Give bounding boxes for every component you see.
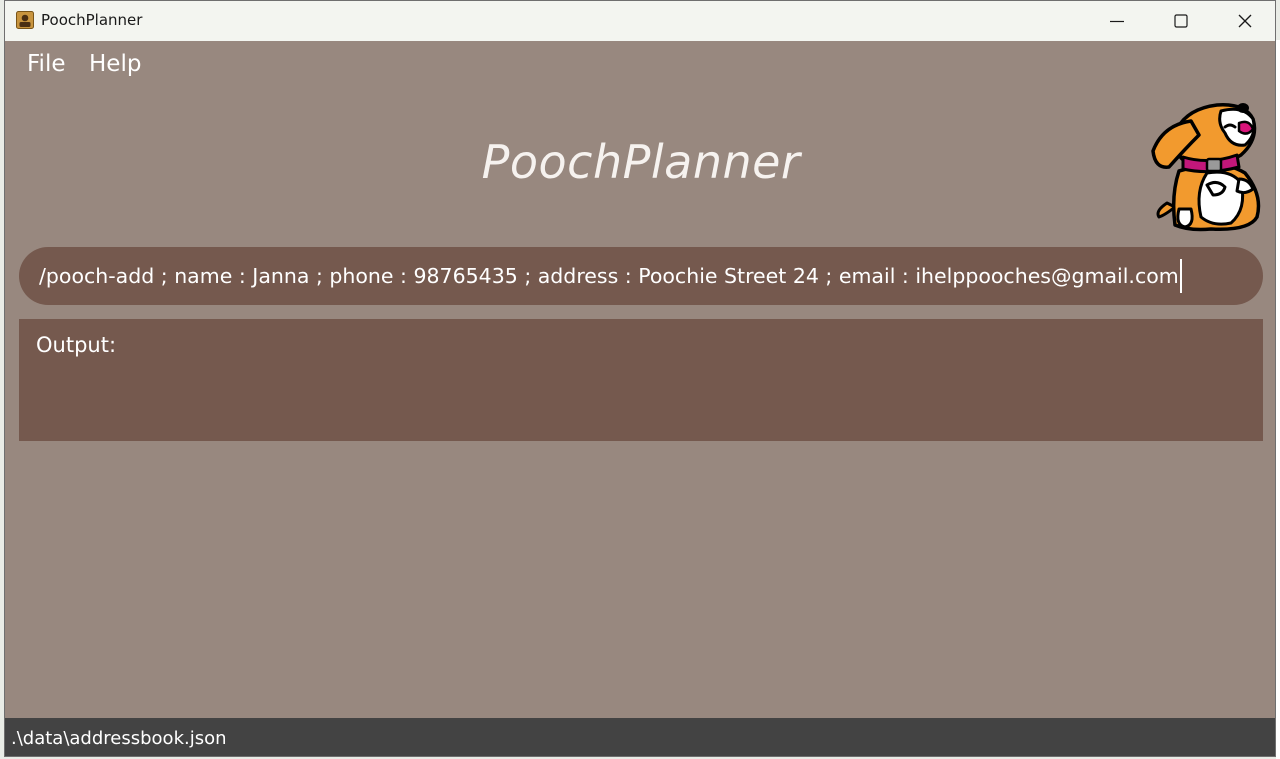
status-bar: .\data\addressbook.json: [5, 718, 1275, 756]
menu-file[interactable]: File: [27, 51, 66, 77]
output-panel[interactable]: Output:: [19, 319, 1263, 441]
background-window-edge: [1276, 40, 1280, 759]
status-file-path: .\data\addressbook.json: [11, 728, 227, 749]
minimize-icon: [1110, 20, 1124, 23]
app-window: PoochPlanner File Help PoochPlanner /poo…: [4, 0, 1276, 757]
page-title: PoochPlanner: [481, 135, 801, 189]
command-input[interactable]: /pooch-add ; name : Janna ; phone : 9876…: [39, 261, 1179, 291]
close-button[interactable]: [1213, 1, 1275, 41]
close-icon: [1238, 14, 1252, 28]
title-bar[interactable]: PoochPlanner: [5, 1, 1275, 41]
window-title: PoochPlanner: [41, 11, 143, 29]
app-icon: [16, 11, 34, 29]
maximize-icon: [1174, 14, 1188, 28]
dog-mascot-icon: [1151, 103, 1261, 232]
output-label: Output:: [36, 333, 117, 357]
minimize-button[interactable]: [1085, 1, 1149, 41]
command-box[interactable]: /pooch-add ; name : Janna ; phone : 9876…: [19, 247, 1263, 305]
menu-bar: File Help: [5, 41, 1275, 91]
text-caret: [1179, 259, 1182, 293]
maximize-button[interactable]: [1149, 1, 1213, 41]
menu-help[interactable]: Help: [89, 51, 141, 77]
